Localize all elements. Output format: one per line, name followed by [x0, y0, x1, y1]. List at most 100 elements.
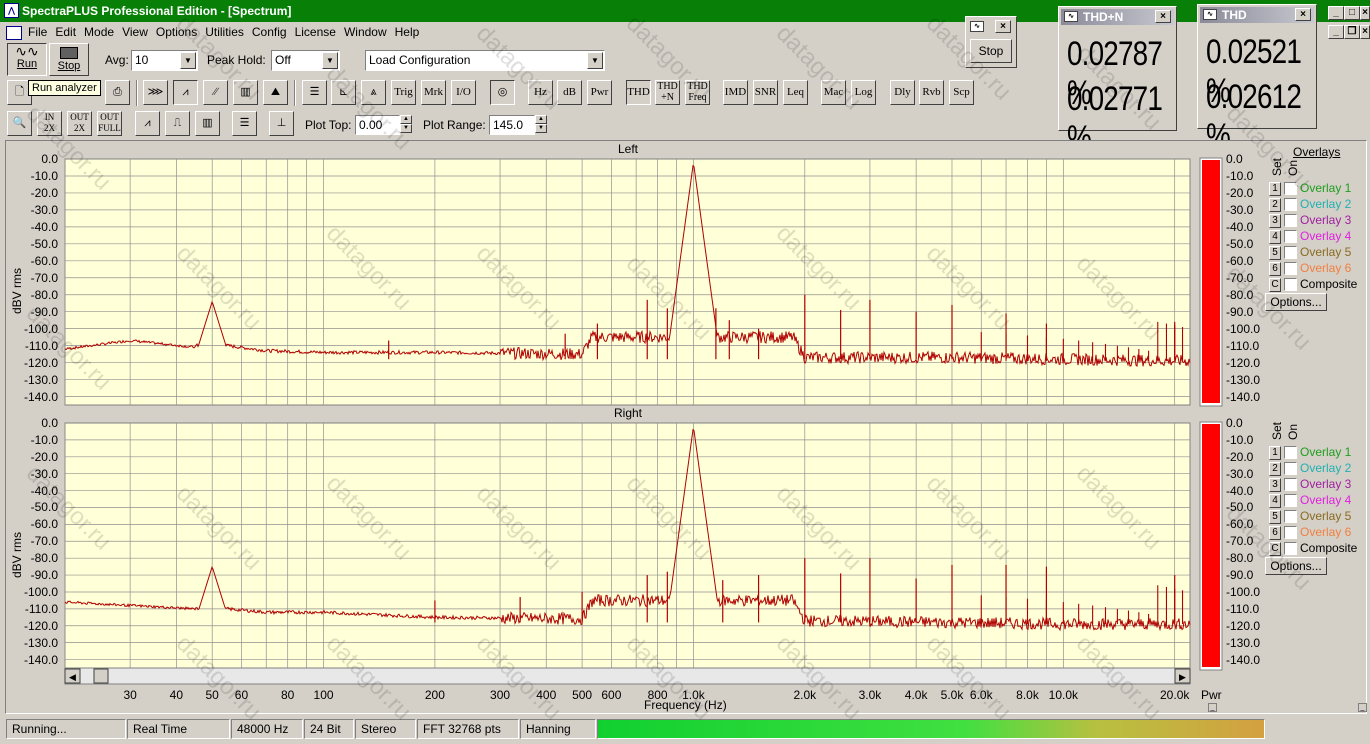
x-tick-label: 5.0k: [940, 688, 964, 702]
status-channels: Stereo: [355, 719, 416, 739]
overlay-checkbox[interactable]: [1284, 230, 1297, 244]
overlay-label: Overlay 1: [1300, 445, 1352, 459]
x-tick-label: 10.0k: [1048, 688, 1079, 702]
status-window: Hanning: [520, 719, 596, 739]
scroll-thumb[interactable]: [93, 668, 109, 684]
overlay-row[interactable]: 1 Overlay 1: [1269, 180, 1351, 196]
x-tick-label: 8.0k: [1016, 688, 1039, 702]
overlay-set-label: Set: [1270, 157, 1284, 176]
composite-set-button[interactable]: C: [1269, 277, 1281, 292]
x-tick-label: 80: [281, 688, 295, 702]
x-tick-label: 2.0k: [793, 688, 817, 702]
spectrum-plots[interactable]: ◀ ▶: [0, 0, 1370, 716]
overlay-set-button[interactable]: 1: [1269, 181, 1281, 196]
overlay-label: Overlay 4: [1300, 229, 1352, 243]
composite-checkbox[interactable]: [1284, 278, 1297, 292]
overlay-row[interactable]: 1 Overlay 1: [1269, 444, 1351, 460]
composite-row[interactable]: C Composite: [1269, 540, 1357, 556]
x-tick-label: 300: [490, 688, 511, 702]
x-tick-label: 40: [169, 688, 184, 702]
overlay-set-button[interactable]: 4: [1269, 229, 1281, 244]
composite-row[interactable]: C Composite: [1269, 276, 1357, 292]
overlay-row[interactable]: 3 Overlay 3: [1269, 212, 1351, 228]
overlay-set-button[interactable]: 3: [1269, 477, 1281, 492]
overlay-row[interactable]: 5 Overlay 5: [1269, 244, 1351, 260]
x-tick-label: 100: [313, 688, 334, 702]
overlay-row[interactable]: 2 Overlay 2: [1269, 460, 1351, 476]
x-tick-label: 600: [601, 688, 622, 702]
overlay-checkbox[interactable]: [1284, 494, 1297, 508]
overlay-set-button[interactable]: 5: [1269, 509, 1281, 524]
overlay-checkbox[interactable]: [1284, 214, 1297, 228]
overlay-label: Overlay 6: [1300, 261, 1352, 275]
overlay-row[interactable]: 5 Overlay 5: [1269, 508, 1351, 524]
left-overlay-options-button[interactable]: Options...: [1265, 293, 1327, 311]
overlay-set-button[interactable]: 5: [1269, 245, 1281, 260]
overlay-checkbox[interactable]: [1284, 510, 1297, 524]
x-tick-label: 50: [205, 688, 219, 702]
status-bit-depth: 24 Bit: [304, 719, 354, 739]
status-state: Running...: [6, 719, 126, 739]
overlay-checkbox[interactable]: [1284, 462, 1297, 476]
overlay-checkbox[interactable]: [1284, 446, 1297, 460]
overlay-label: Overlay 2: [1300, 197, 1352, 211]
x-tick-label: 60: [234, 688, 249, 702]
overlay-label: Overlay 2: [1300, 461, 1352, 475]
overlays-title[interactable]: Overlays: [1293, 145, 1340, 159]
right-overlay-options-button[interactable]: Options...: [1265, 557, 1327, 575]
overlay-label: Overlay 5: [1300, 245, 1352, 259]
status-sample-rate: 48000 Hz: [231, 719, 303, 739]
overlay-row[interactable]: 3 Overlay 3: [1269, 476, 1351, 492]
horizontal-scrollbar[interactable]: [64, 667, 1191, 685]
composite-checkbox[interactable]: [1284, 542, 1297, 556]
overlay-row[interactable]: 4 Overlay 4: [1269, 228, 1351, 244]
x-tick-label: 200: [424, 688, 445, 702]
overlay-label: Overlay 1: [1300, 181, 1352, 195]
overlay-checkbox[interactable]: [1284, 262, 1297, 276]
overlay-row[interactable]: 6 Overlay 6: [1269, 524, 1351, 540]
overlay-checkbox[interactable]: [1284, 526, 1297, 540]
x-tick-label: 30: [123, 688, 137, 702]
overlay-set-button[interactable]: 6: [1269, 525, 1281, 540]
status-fft-size: FFT 32768 pts: [417, 719, 519, 739]
x-tick-label: 400: [536, 688, 557, 702]
overlay-set-button[interactable]: 2: [1269, 197, 1281, 212]
overlay-on-label: On: [1286, 423, 1300, 440]
overlay-checkbox[interactable]: [1284, 478, 1297, 492]
overlay-label: Overlay 4: [1300, 493, 1352, 507]
overlay-set-button[interactable]: 6: [1269, 261, 1281, 276]
pane-minimize-icon[interactable]: _: [1358, 703, 1367, 712]
overlay-set-button[interactable]: 4: [1269, 493, 1281, 508]
overlay-row[interactable]: 6 Overlay 6: [1269, 260, 1351, 276]
scroll-left-icon: ◀: [69, 673, 76, 683]
overlay-checkbox[interactable]: [1284, 198, 1297, 212]
x-axis-title: Frequency (Hz): [644, 698, 727, 712]
pwr-label: Pwr: [1201, 688, 1222, 702]
left-plot-area[interactable]: [64, 158, 1191, 406]
overlay-checkbox[interactable]: [1284, 182, 1297, 196]
overlay-label: Overlay 5: [1300, 509, 1352, 523]
right-plot-area[interactable]: [64, 422, 1191, 669]
overlay-row[interactable]: 2 Overlay 2: [1269, 196, 1351, 212]
x-tick-label: 20.0k: [1160, 688, 1190, 702]
overlay-set-label: Set: [1270, 421, 1284, 440]
status-bar: Running... Real Time 48000 Hz 24 Bit Ste…: [0, 716, 1370, 744]
composite-label: Composite: [1300, 541, 1358, 555]
overlay-checkbox[interactable]: [1284, 246, 1297, 260]
right-level-bar: [1202, 424, 1220, 667]
input-level-meter: [597, 719, 1265, 739]
pwr-minimize-icon[interactable]: _: [1208, 703, 1217, 712]
overlay-label: Overlay 3: [1300, 213, 1352, 227]
left-level-bar: [1202, 160, 1220, 403]
overlay-set-button[interactable]: 3: [1269, 213, 1281, 228]
run-tooltip: Run analyzer: [28, 80, 101, 96]
overlay-on-label: On: [1286, 159, 1300, 176]
scroll-right-icon: ▶: [1179, 673, 1186, 683]
overlay-set-button[interactable]: 1: [1269, 445, 1281, 460]
composite-set-button[interactable]: C: [1269, 541, 1281, 556]
overlay-row[interactable]: 4 Overlay 4: [1269, 492, 1351, 508]
x-tick-label: 3.0k: [858, 688, 882, 702]
overlay-label: Overlay 6: [1300, 525, 1352, 539]
x-tick-label: 500: [572, 688, 593, 702]
overlay-set-button[interactable]: 2: [1269, 461, 1281, 476]
